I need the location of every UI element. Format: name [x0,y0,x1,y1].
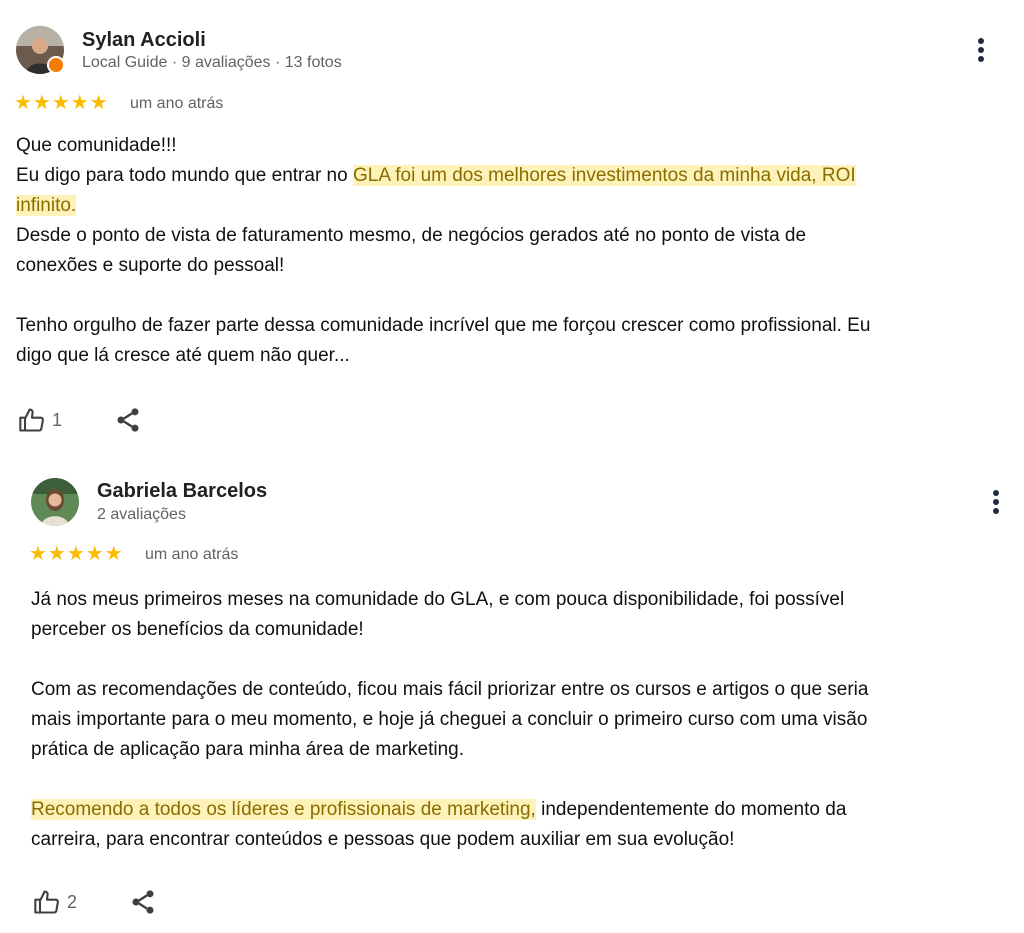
star-rating: ★★★★★ [14,92,109,114]
review-card: Sylan Accioli Local Guide · 9 avaliações… [0,0,1024,460]
more-options-button[interactable] [974,38,988,68]
review-line: mais importante para o meu momento, e ho… [31,709,868,730]
local-guide-badge-icon [47,56,65,74]
highlight: infinito. [16,195,77,216]
more-vert-icon [993,490,999,496]
author-meta: Local Guide · 9 avaliações · 13 fotos [82,54,342,71]
avatar[interactable] [31,478,79,526]
review-text: Que comunidade!!! Eu digo para todo mund… [16,131,1006,371]
author-name[interactable]: Sylan Accioli [82,29,206,52]
review-line: Já nos meus primeiros meses na comunidad… [31,589,845,610]
share-icon [132,890,154,914]
review-line: Que comunidade!!! [16,135,177,156]
review-line: Desde o ponto de vista de faturamento me… [16,225,807,246]
more-vert-icon [978,38,984,44]
review-text: Já nos meus primeiros meses na comunidad… [31,585,1011,855]
review-line: perceber os benefícios da comunidade! [31,619,364,640]
more-options-button[interactable] [989,490,1003,520]
review-line: Com as recomendações de conteúdo, ficou … [31,679,869,700]
highlight: Recomendo a todos os líderes e profissio… [31,799,536,820]
like-button[interactable]: 1 [18,406,62,434]
review-line: digo que lá cresce até quem não quer... [16,345,350,366]
review-line: carreira, para encontrar conteúdos e pes… [31,829,735,850]
review-line: conexões e suporte do pessoal! [16,255,285,276]
highlight: GLA foi um dos melhores investimentos da… [352,165,856,186]
share-icon [117,408,139,432]
review-time: um ano atrás [130,95,224,112]
review-line: prática de aplicação para minha área de … [31,739,465,760]
like-button[interactable]: 2 [33,888,77,916]
share-button[interactable] [129,888,157,916]
thumbs-up-icon [34,890,59,914]
review-line: infinito. [16,191,1006,221]
review-line: Recomendo a todos os líderes e profissio… [31,799,847,820]
review-time: um ano atrás [145,546,239,563]
review-line: Tenho orgulho de fazer parte dessa comun… [16,315,871,336]
thumbs-up-icon [19,408,44,432]
author-meta: 2 avaliações [97,506,186,523]
like-count: 2 [67,891,78,912]
star-rating: ★★★★★ [29,543,124,565]
like-count: 1 [52,409,63,430]
review-line: Eu digo para todo mundo que entrar no GL… [16,165,856,186]
share-button[interactable] [114,406,142,434]
author-name[interactable]: Gabriela Barcelos [97,480,267,503]
